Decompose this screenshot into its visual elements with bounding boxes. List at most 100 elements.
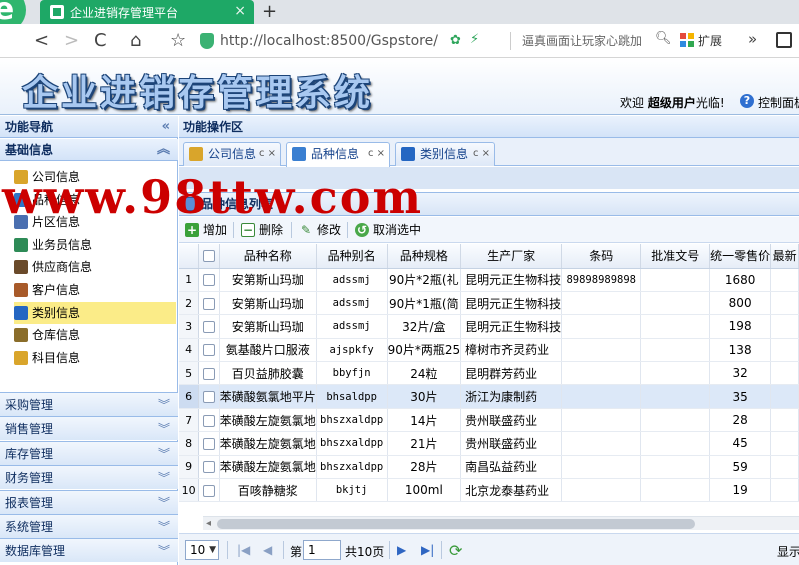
checkbox-box[interactable] [203, 320, 216, 333]
expand-chevron-icon[interactable]: ︾ [158, 491, 170, 515]
sidebar-item-subject[interactable]: 科目信息 [14, 347, 176, 369]
checkbox-box[interactable] [203, 391, 216, 404]
accordion-item[interactable]: 销售管理 ︾ [0, 416, 178, 441]
scroll-left-icon[interactable]: ◂ [206, 517, 211, 530]
section-collapse-icon[interactable]: ︽ [157, 139, 170, 161]
table-row[interactable]: 10 百咳静糖浆 bkjtj 100ml 北京龙泰基药业 19 [179, 478, 799, 503]
horizontal-scrollbar[interactable]: ◂ [203, 516, 799, 530]
expand-chevron-icon[interactable]: ︾ [158, 393, 170, 417]
expand-chevron-icon[interactable]: ︾ [158, 539, 170, 563]
close-tab-icon[interactable]: × [234, 3, 246, 19]
content-tab[interactable]: 品种信息 c × [286, 142, 390, 167]
checkbox-box[interactable] [203, 367, 216, 380]
row-checkbox[interactable] [198, 361, 220, 386]
row-checkbox[interactable] [198, 291, 220, 316]
checkbox-box[interactable] [203, 250, 216, 263]
select-all-checkbox[interactable] [198, 244, 220, 269]
sidebar-item-category[interactable]: 类别信息 [14, 301, 176, 324]
tab-close-icon[interactable]: c × [473, 143, 490, 165]
last-page-icon[interactable]: ▶| [421, 543, 434, 557]
row-checkbox[interactable] [198, 455, 220, 480]
lightning-icon[interactable]: ⚡ [470, 32, 479, 47]
new-tab-button[interactable]: + [262, 1, 277, 22]
sidebar-item-supplier[interactable]: 供应商信息 [14, 256, 176, 278]
back-button[interactable]: < [34, 30, 49, 51]
table-row[interactable]: 6 苯磺酸氨氯地平片 bhsaldpp 30片 浙江为康制药 35 [179, 384, 799, 409]
more-tools-icon[interactable]: » [748, 30, 757, 48]
next-page-icon[interactable]: ▶ [397, 543, 406, 557]
row-checkbox[interactable] [198, 314, 220, 339]
sidebar-item-customer[interactable]: 客户信息 [14, 279, 176, 301]
checkbox-box[interactable] [203, 437, 216, 450]
bookmark-star-icon[interactable]: ☆ [170, 30, 186, 51]
content-tab[interactable]: 公司信息 c × [183, 142, 281, 166]
sidebar-item-warehouse[interactable]: 仓库信息 [14, 324, 176, 346]
expand-chevron-icon[interactable]: ︾ [158, 515, 170, 539]
row-checkbox[interactable] [198, 478, 220, 503]
reload-button[interactable]: C [94, 30, 107, 51]
accordion-item[interactable]: 财务管理 ︾ [0, 465, 178, 490]
home-button[interactable]: ⌂ [130, 30, 141, 51]
table-row[interactable]: 7 苯磺酸左旋氨氯地 bhszxaldpp 14片 贵州联盛药业 28 [179, 408, 799, 433]
table-row[interactable]: 3 安第斯山玛珈 adssmj 32片/盒 昆明元正生物科技 198 [179, 314, 799, 339]
accordion-item[interactable]: 系统管理 ︾ [0, 514, 178, 538]
table-row[interactable]: 1 安第斯山玛珈 adssmj 90片*2瓶(礼 昆明元正生物科技 89898989898… [179, 268, 799, 292]
expand-chevron-icon[interactable]: ︾ [158, 442, 170, 466]
column-header[interactable]: 批准文号 [640, 244, 711, 269]
row-checkbox[interactable] [198, 268, 220, 292]
table-row[interactable]: 9 苯磺酸左旋氨氯地 bhszxaldpp 28片 南昌弘益药业 59 [179, 455, 799, 480]
address-bar[interactable]: http://localhost:8500/Gspstore/ [200, 29, 510, 53]
column-header[interactable]: 品种别名 [316, 244, 388, 269]
window-icon[interactable] [776, 32, 792, 48]
table-row[interactable]: 5 百贝益肺胶囊 bbyfjn 24粒 昆明群芳药业 32 [179, 361, 799, 386]
table-row[interactable]: 8 苯磺酸左旋氨氯地 bhszxaldpp 21片 贵州联盛药业 45 [179, 431, 799, 456]
accordion-item[interactable]: 采购管理 ︾ [0, 392, 178, 416]
column-header[interactable]: 品种名称 [219, 244, 317, 269]
cell-latest [770, 338, 799, 363]
scrollbar-thumb[interactable] [217, 519, 695, 529]
refresh-icon[interactable]: ⟳ [449, 541, 462, 560]
control-panel-link[interactable]: 控制面板 [758, 94, 799, 111]
search-box[interactable]: 逼真画面让玩家心跳加 [522, 32, 654, 49]
browser-tab[interactable]: 企业进销存管理平台 × [40, 0, 254, 24]
expand-chevron-icon[interactable]: ︾ [158, 466, 170, 490]
extension-gear-icon[interactable]: ✿ [450, 33, 461, 48]
row-number: 10 [179, 478, 200, 503]
content-tab[interactable]: 类别信息 c × [395, 142, 495, 166]
expand-chevron-icon[interactable]: ︾ [158, 417, 170, 441]
page-number-input[interactable]: 1 [303, 540, 341, 560]
extensions-icon[interactable] [680, 33, 694, 47]
checkbox-box[interactable] [203, 414, 216, 427]
sidebar-section-header[interactable]: 基础信息 ︽ [0, 139, 178, 161]
extensions-menu-label[interactable]: 扩展 [698, 32, 722, 49]
column-header[interactable]: 生产厂家 [460, 244, 563, 269]
row-checkbox[interactable] [198, 431, 220, 456]
accordion-item[interactable]: 报表管理 ︾ [0, 489, 178, 515]
first-page-icon[interactable]: |◀ [237, 543, 250, 557]
sidebar-item-salesman[interactable]: 业务员信息 [14, 234, 176, 256]
table-row[interactable]: 2 安第斯山玛珈 adssmj 90片*1瓶(简 昆明元正生物科技 800 [179, 291, 799, 316]
checkbox-box[interactable] [203, 461, 216, 474]
checkbox-box[interactable] [203, 274, 216, 287]
table-row[interactable]: 4 氨基酸片口服液 ajspkfy 90片*两瓶25 樟树市齐灵药业 138 [179, 338, 799, 363]
column-header[interactable]: 统一零售价 [709, 244, 772, 269]
prev-page-icon[interactable]: ◀ [263, 543, 272, 557]
column-header[interactable]: 最新 [770, 244, 799, 269]
checkbox-box[interactable] [203, 484, 216, 497]
collapse-sidebar-icon[interactable]: « [162, 116, 170, 138]
column-header[interactable]: 条码 [561, 244, 642, 269]
help-icon[interactable]: ? [740, 94, 754, 108]
accordion-item[interactable]: 库存管理 ︾ [0, 440, 178, 466]
row-checkbox[interactable] [198, 408, 220, 433]
checkbox-box[interactable] [203, 297, 216, 310]
tab-close-icon[interactable]: c × [259, 143, 276, 165]
accordion-item[interactable]: 数据库管理 ︾ [0, 538, 178, 563]
search-icon[interactable]: 🔍︎ [655, 31, 672, 46]
row-checkbox[interactable] [198, 384, 220, 409]
checkbox-box[interactable] [203, 344, 216, 357]
tab-close-icon[interactable]: c × [368, 143, 385, 165]
page-size-select[interactable]: 10 ▼ [185, 540, 219, 560]
forward-button[interactable]: > [64, 30, 79, 51]
column-header[interactable]: 品种规格 [387, 244, 462, 269]
row-checkbox[interactable] [198, 338, 220, 363]
